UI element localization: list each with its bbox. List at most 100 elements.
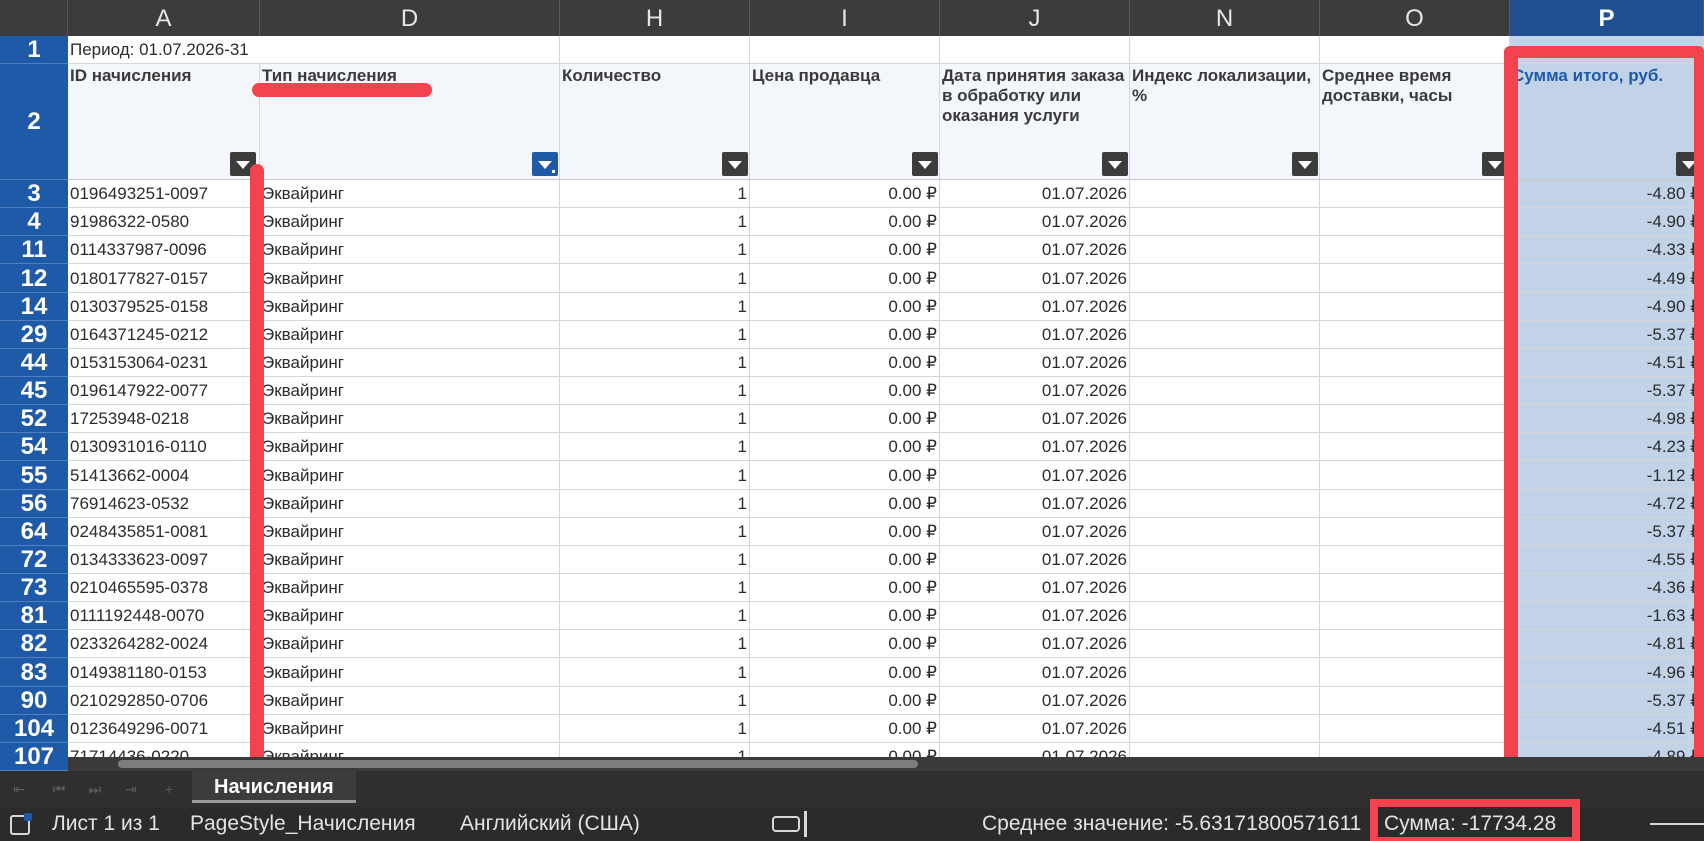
row-header[interactable]: 54 xyxy=(0,433,68,461)
type-cell[interactable]: Эквайринг xyxy=(260,518,560,546)
total-cell[interactable]: -4.51 ₽ xyxy=(1510,715,1704,743)
price-cell[interactable]: 0.00 ₽ xyxy=(750,687,940,715)
total-cell[interactable]: -4.23 ₽ xyxy=(1510,433,1704,461)
row-header[interactable]: 14 xyxy=(0,293,68,321)
date-cell[interactable]: 01.07.2026 xyxy=(940,630,1130,658)
localization-cell[interactable] xyxy=(1130,658,1320,687)
date-cell[interactable]: 01.07.2026 xyxy=(940,180,1130,208)
empty-cell[interactable] xyxy=(1130,36,1320,64)
price-cell[interactable]: 0.00 ₽ xyxy=(750,405,940,433)
localization-cell[interactable] xyxy=(1130,461,1320,490)
row-header[interactable]: 56 xyxy=(0,490,68,518)
column-title-quantity[interactable]: Количество xyxy=(560,64,750,180)
id-cell[interactable]: 0180177827-0157 xyxy=(68,264,260,293)
selection-mode-icon[interactable] xyxy=(772,816,800,832)
id-cell[interactable]: 51413662-0004 xyxy=(68,461,260,490)
localization-cell[interactable] xyxy=(1130,208,1320,236)
column-header-N[interactable]: N xyxy=(1130,0,1320,36)
id-cell[interactable]: 0130379525-0158 xyxy=(68,293,260,321)
price-cell[interactable]: 0.00 ₽ xyxy=(750,180,940,208)
row-header[interactable]: 83 xyxy=(0,658,68,687)
delivery-time-cell[interactable] xyxy=(1320,264,1510,293)
price-cell[interactable]: 0.00 ₽ xyxy=(750,546,940,574)
date-cell[interactable]: 01.07.2026 xyxy=(940,349,1130,377)
type-cell[interactable]: Эквайринг xyxy=(260,658,560,687)
price-cell[interactable]: 0.00 ₽ xyxy=(750,574,940,602)
quantity-cell[interactable]: 1 xyxy=(560,602,750,630)
date-cell[interactable]: 01.07.2026 xyxy=(940,405,1130,433)
date-cell[interactable]: 01.07.2026 xyxy=(940,208,1130,236)
column-title-date[interactable]: Дата принятия заказа в обработку или ока… xyxy=(940,64,1130,180)
type-cell[interactable]: Эквайринг xyxy=(260,208,560,236)
quantity-cell[interactable]: 1 xyxy=(560,349,750,377)
delivery-time-cell[interactable] xyxy=(1320,349,1510,377)
type-cell[interactable]: Эквайринг xyxy=(260,630,560,658)
quantity-cell[interactable]: 1 xyxy=(560,180,750,208)
filter-dropdown-icon[interactable] xyxy=(1102,152,1128,176)
total-cell[interactable]: -5.37 ₽ xyxy=(1510,518,1704,546)
select-all-corner[interactable] xyxy=(0,0,68,36)
column-header-P[interactable]: P xyxy=(1510,0,1704,36)
localization-cell[interactable] xyxy=(1130,715,1320,743)
quantity-cell[interactable]: 1 xyxy=(560,377,750,405)
quantity-cell[interactable]: 1 xyxy=(560,236,750,264)
delivery-time-cell[interactable] xyxy=(1320,658,1510,687)
type-cell[interactable]: Эквайринг xyxy=(260,321,560,349)
delivery-time-cell[interactable] xyxy=(1320,715,1510,743)
id-cell[interactable]: 91986322-0580 xyxy=(68,208,260,236)
delivery-time-cell[interactable] xyxy=(1320,321,1510,349)
delivery-time-cell[interactable] xyxy=(1320,180,1510,208)
type-cell[interactable]: Эквайринг xyxy=(260,490,560,518)
price-cell[interactable]: 0.00 ₽ xyxy=(750,658,940,687)
row-header[interactable]: 11 xyxy=(0,236,68,264)
prev-sheet-icon[interactable]: ⏮ xyxy=(48,779,70,799)
id-cell[interactable]: 0130931016-0110 xyxy=(68,433,260,461)
type-cell[interactable]: Эквайринг xyxy=(260,433,560,461)
type-cell[interactable]: Эквайринг xyxy=(260,293,560,321)
column-title-type[interactable]: Тип начисления xyxy=(260,64,560,180)
total-cell[interactable]: -4.36 ₽ xyxy=(1510,574,1704,602)
row-header[interactable]: 90 xyxy=(0,687,68,715)
date-cell[interactable]: 01.07.2026 xyxy=(940,658,1130,687)
id-cell[interactable]: 0210292850-0706 xyxy=(68,687,260,715)
horizontal-scrollbar[interactable] xyxy=(68,757,1704,771)
price-cell[interactable]: 0.00 ₽ xyxy=(750,236,940,264)
localization-cell[interactable] xyxy=(1130,518,1320,546)
quantity-cell[interactable]: 1 xyxy=(560,630,750,658)
column-title-delivery-time[interactable]: Среднее время доставки, часы xyxy=(1320,64,1510,180)
date-cell[interactable]: 01.07.2026 xyxy=(940,321,1130,349)
filter-active-icon[interactable] xyxy=(532,152,558,176)
column-header-A[interactable]: A xyxy=(68,0,260,36)
row-header[interactable]: 104 xyxy=(0,715,68,743)
localization-cell[interactable] xyxy=(1130,180,1320,208)
total-cell[interactable]: -5.37 ₽ xyxy=(1510,687,1704,715)
price-cell[interactable]: 0.00 ₽ xyxy=(750,461,940,490)
filter-dropdown-icon[interactable] xyxy=(1292,152,1318,176)
row-header[interactable]: 55 xyxy=(0,461,68,490)
total-cell[interactable]: -4.33 ₽ xyxy=(1510,236,1704,264)
price-cell[interactable]: 0.00 ₽ xyxy=(750,715,940,743)
first-sheet-icon[interactable]: ⇤ xyxy=(8,779,30,799)
empty-cell[interactable] xyxy=(260,36,560,64)
date-cell[interactable]: 01.07.2026 xyxy=(940,433,1130,461)
id-cell[interactable]: 0164371245-0212 xyxy=(68,321,260,349)
quantity-cell[interactable]: 1 xyxy=(560,293,750,321)
total-cell[interactable]: -4.80 ₽ xyxy=(1510,180,1704,208)
type-cell[interactable]: Эквайринг xyxy=(260,405,560,433)
empty-cell[interactable] xyxy=(940,36,1130,64)
row-header[interactable]: 1 xyxy=(0,36,68,64)
quantity-cell[interactable]: 1 xyxy=(560,264,750,293)
price-cell[interactable]: 0.00 ₽ xyxy=(750,377,940,405)
type-cell[interactable]: Эквайринг xyxy=(260,461,560,490)
price-cell[interactable]: 0.00 ₽ xyxy=(750,208,940,236)
empty-cell[interactable] xyxy=(1320,36,1510,64)
total-cell[interactable]: -1.63 ₽ xyxy=(1510,602,1704,630)
price-cell[interactable]: 0.00 ₽ xyxy=(750,433,940,461)
column-header-H[interactable]: H xyxy=(560,0,750,36)
sheet-position[interactable]: Лист 1 из 1 xyxy=(52,807,160,841)
total-cell[interactable]: -5.37 ₽ xyxy=(1510,377,1704,405)
row-header[interactable]: 82 xyxy=(0,630,68,658)
price-cell[interactable]: 0.00 ₽ xyxy=(750,490,940,518)
delivery-time-cell[interactable] xyxy=(1320,208,1510,236)
zoom-slider[interactable] xyxy=(1650,823,1704,825)
